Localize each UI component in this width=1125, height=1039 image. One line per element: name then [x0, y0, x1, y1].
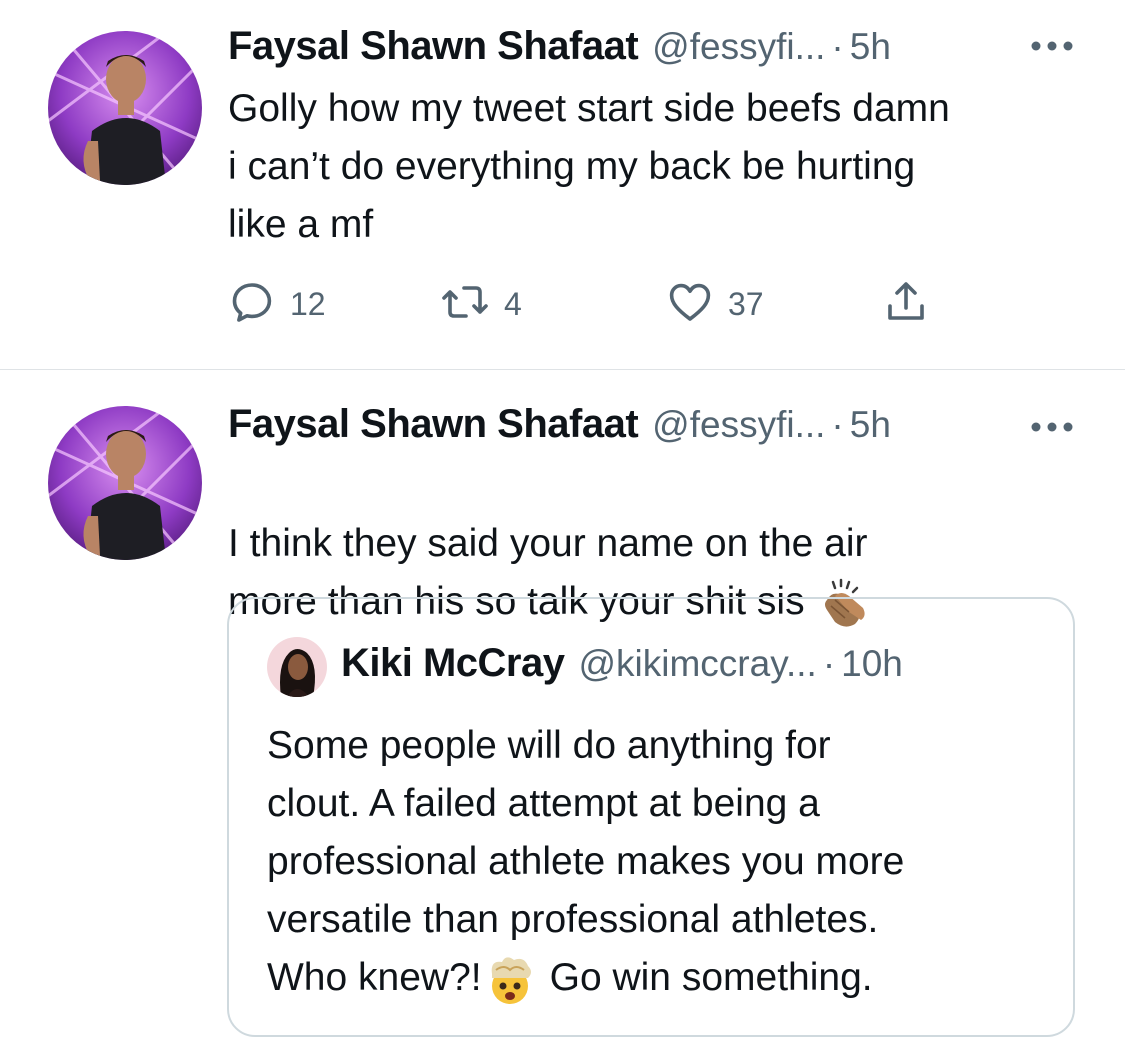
exploding-head-emoji-icon: [484, 954, 536, 1006]
like-count: 37: [728, 285, 764, 322]
quoted-author-name: Kiki McCray: [341, 641, 565, 685]
quoted-text-line: clout. A failed attempt at being a: [267, 782, 820, 825]
reply-icon: [228, 278, 276, 331]
author-avatar[interactable]: [48, 31, 202, 185]
tweet-header: Faysal Shawn Shafaat @fessyfi... · 5h: [228, 402, 891, 452]
share-button[interactable]: [882, 280, 930, 328]
author-name[interactable]: Faysal Shawn Shafaat: [228, 24, 639, 69]
quoted-text-line: Who knew?! Go win something.: [267, 949, 1057, 1007]
tweet-header: Faysal Shawn Shafaat @fessyfi... · 5h: [228, 24, 891, 74]
retweet-button[interactable]: 4: [440, 280, 522, 328]
author-name[interactable]: Faysal Shawn Shafaat: [228, 402, 639, 447]
separator: ·: [831, 26, 844, 67]
quoted-text-line: Some people will do anything for: [267, 724, 831, 767]
quoted-author-handle: @kikimccray...: [578, 643, 817, 684]
author-handle[interactable]: @fessyfi...: [652, 26, 825, 68]
quoted-text-line: professional athlete makes you more: [267, 840, 905, 883]
quoted-author-avatar: [267, 637, 327, 697]
more-options-icon[interactable]: [1030, 36, 1074, 56]
timestamp[interactable]: 5h: [850, 404, 891, 446]
retweet-count: 4: [504, 285, 522, 322]
more-options-icon[interactable]: [1030, 417, 1074, 437]
separator: ·: [822, 643, 836, 684]
quoted-timestamp: 10h: [841, 643, 903, 684]
share-icon: [882, 278, 930, 331]
author-handle[interactable]: @fessyfi...: [652, 404, 825, 446]
like-button[interactable]: 37: [666, 280, 764, 328]
retweet-icon: [440, 278, 490, 331]
quoted-text-fragment: Who knew?!: [267, 956, 482, 999]
tweet-text: Golly how my tweet start side beefs damn…: [228, 87, 950, 246]
separator: ·: [831, 404, 844, 445]
tweet[interactable]: Faysal Shawn Shafaat @fessyfi... · 5h Go…: [0, 0, 1125, 370]
quoted-tweet-text: Some people will do anything for clout. …: [267, 717, 1057, 1007]
timestamp[interactable]: 5h: [850, 26, 891, 68]
quoted-text-line: versatile than professional athletes.: [267, 898, 879, 941]
reply-count: 12: [290, 285, 326, 322]
tweet-actions: 12 4 37: [228, 280, 948, 330]
author-avatar[interactable]: [48, 406, 202, 560]
tweet-text-line: I think they said your name on the air: [228, 522, 868, 565]
quoted-tweet[interactable]: Kiki McCray @kikimccray... · 10h Some pe…: [227, 597, 1075, 1037]
quoted-text-fragment: Go win something.: [549, 956, 873, 999]
reply-button[interactable]: 12: [228, 280, 326, 328]
heart-icon: [666, 278, 714, 331]
quoted-tweet-header: Kiki McCray @kikimccray... · 10h: [341, 641, 903, 686]
